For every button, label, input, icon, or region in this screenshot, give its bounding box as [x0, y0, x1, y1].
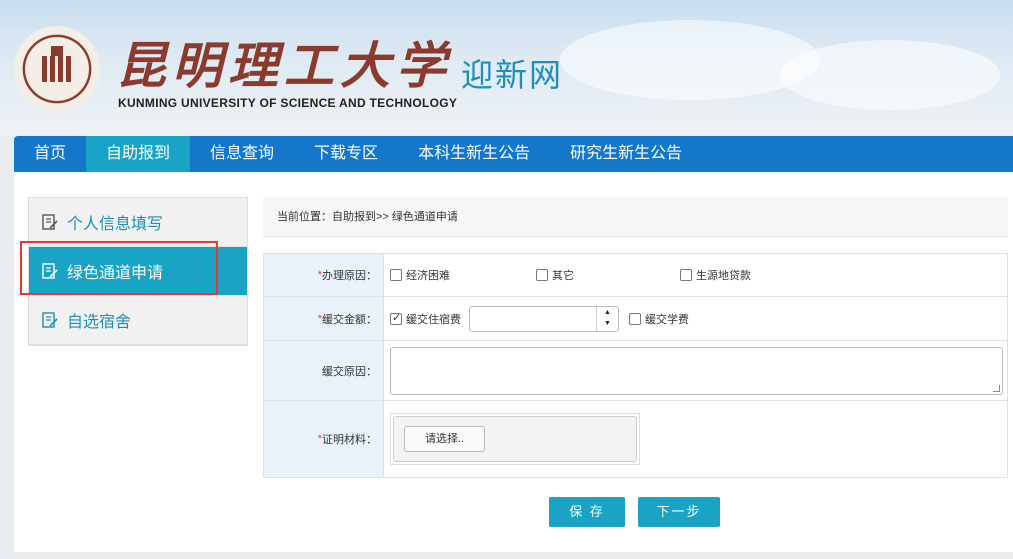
form-row-defer-reason: 缓交原因： [264, 341, 1007, 401]
cloud-decoration [560, 20, 820, 100]
site-header: 昆明理工大学 KUNMING UNIVERSITY OF SCIENCE AND… [0, 0, 1013, 136]
reason-option-economic[interactable]: 经济困难 [390, 267, 536, 283]
sidebar-item-label: 个人信息填写 [67, 216, 164, 233]
edit-icon [42, 263, 58, 279]
form-row-amount: *缓交金额： 缓交住宿费 ▲▼ 缓交学费 [264, 297, 1007, 341]
form-row-reason: * 办理原因： 经济困难 其它 生源地贷款 [264, 254, 1007, 297]
file-upload-box: 请选择.. [393, 416, 637, 462]
spinner-arrows-icon[interactable]: ▲ ▼ [596, 306, 618, 331]
form-row-proof: * 证明材料： 请选择.. [264, 401, 1007, 477]
cloud-decoration [780, 40, 1000, 110]
save-button[interactable]: 保 存 [549, 497, 625, 527]
reason-label: 办理原因： [322, 270, 377, 282]
checkbox[interactable] [680, 269, 692, 281]
sidebar-item-green-channel[interactable]: 绿色通道申请 [29, 247, 247, 296]
checkbox[interactable] [629, 312, 641, 325]
amount-label: 缓交金额： [322, 313, 377, 326]
checkbox[interactable] [536, 269, 548, 281]
university-seal-logo [14, 26, 100, 112]
university-name-en: KUNMING UNIVERSITY OF SCIENCE AND TECHNO… [118, 96, 458, 110]
main-nav: 首页 自助报到 信息查询 下载专区 本科生新生公告 研究生新生公告 [14, 136, 1013, 172]
site-name: 迎新网 [461, 57, 564, 93]
content-panel: 个人信息填写 绿色通道申请 自选宿舍 当前位置：自助报到>> 绿色通道申请 * [14, 172, 1013, 552]
sidebar-item-dorm-selection[interactable]: 自选宿舍 [29, 296, 247, 345]
nav-item-grad-notice[interactable]: 研究生新生公告 [550, 136, 702, 172]
next-step-button[interactable]: 下一步 [638, 497, 720, 527]
reason-option-other[interactable]: 其它 [536, 267, 680, 283]
university-name-cn: 昆明理工大学 [116, 36, 452, 95]
sidebar: 个人信息填写 绿色通道申请 自选宿舍 [28, 197, 248, 346]
nav-item-downloads[interactable]: 下载专区 [294, 136, 398, 172]
defer-reason-textarea[interactable] [390, 346, 1003, 395]
nav-item-undergrad-notice[interactable]: 本科生新生公告 [398, 136, 550, 172]
edit-icon [42, 214, 58, 230]
nav-item-info-query[interactable]: 信息查询 [190, 136, 294, 172]
checkbox-checked[interactable] [390, 311, 402, 325]
choose-file-button[interactable]: 请选择.. [404, 426, 486, 452]
defer-reason-label: 缓交原因： [322, 365, 377, 378]
checkbox[interactable] [390, 269, 402, 281]
amount-option-tuition[interactable]: 缓交学费 [629, 311, 689, 327]
edit-icon [42, 312, 58, 328]
sidebar-item-personal-info[interactable]: 个人信息填写 [29, 198, 247, 247]
amount-number-input[interactable]: ▲ ▼ [469, 305, 619, 332]
green-channel-form: *办理原因： 经济困难 其它 生源地贷款 *缓交金额： 缓交住宿费 ▲▼ 缓交学… [263, 253, 1008, 478]
proof-label: 证明材料： [322, 434, 377, 446]
reason-option-loan[interactable]: 生源地贷款 [680, 267, 751, 283]
sidebar-item-label: 自选宿舍 [67, 314, 132, 331]
breadcrumb: 当前位置：自助报到>> 绿色通道申请 [263, 197, 1008, 237]
sidebar-item-label: 绿色通道申请 [67, 265, 164, 282]
nav-item-self-registration[interactable]: 自助报到 [86, 136, 191, 172]
nav-item-home[interactable]: 首页 [14, 136, 86, 172]
amount-option-accommodation[interactable]: 缓交住宿费 [390, 311, 461, 327]
